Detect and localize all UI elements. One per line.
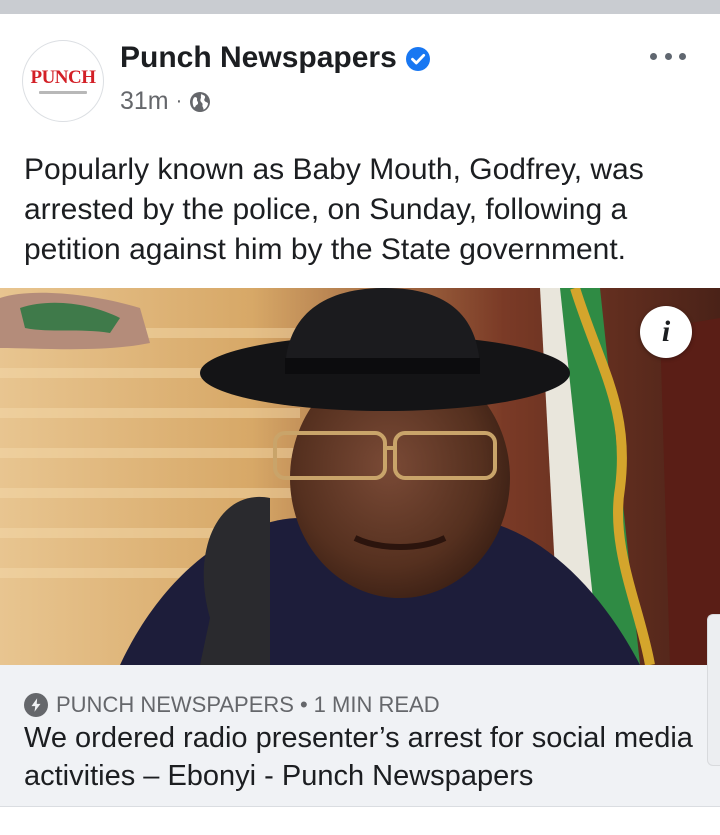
bottom-divider [0, 806, 720, 835]
globe-icon[interactable] [189, 90, 211, 112]
page-name[interactable]: Punch Newspapers [120, 40, 397, 76]
info-icon[interactable]: i [640, 306, 692, 358]
source-name: PUNCH NEWSPAPERS [56, 692, 294, 717]
verified-badge-icon [405, 45, 431, 71]
page-name-row: Punch Newspapers [120, 40, 431, 76]
link-headline[interactable]: We ordered radio presenter’s arrest for … [24, 719, 704, 795]
bolt-icon [24, 693, 48, 717]
link-source: PUNCH NEWSPAPERS • 1 MIN READ [24, 691, 440, 719]
post-message: Popularly known as Baby Mouth, Godfrey, … [24, 153, 644, 266]
top-divider [0, 0, 720, 14]
page-avatar[interactable]: PUNCH [22, 40, 104, 122]
timestamp[interactable]: 31m [120, 86, 169, 116]
post-meta: 31m · [120, 86, 211, 116]
post-card: PUNCH Punch Newspapers 31m · Popularly k… [0, 14, 720, 834]
meta-separator: · [175, 90, 183, 112]
link-preview-image[interactable]: i [0, 288, 720, 665]
read-time: 1 MIN READ [313, 692, 440, 717]
link-preview-card[interactable]: PUNCH NEWSPAPERS • 1 MIN READ We ordered… [0, 665, 720, 820]
punch-logo: PUNCH [30, 67, 96, 88]
more-options-icon[interactable] [644, 44, 692, 68]
portrait-photo [0, 288, 720, 665]
source-separator: • [299, 692, 308, 717]
scroll-handle[interactable] [707, 614, 720, 766]
logo-tagline [39, 91, 87, 94]
